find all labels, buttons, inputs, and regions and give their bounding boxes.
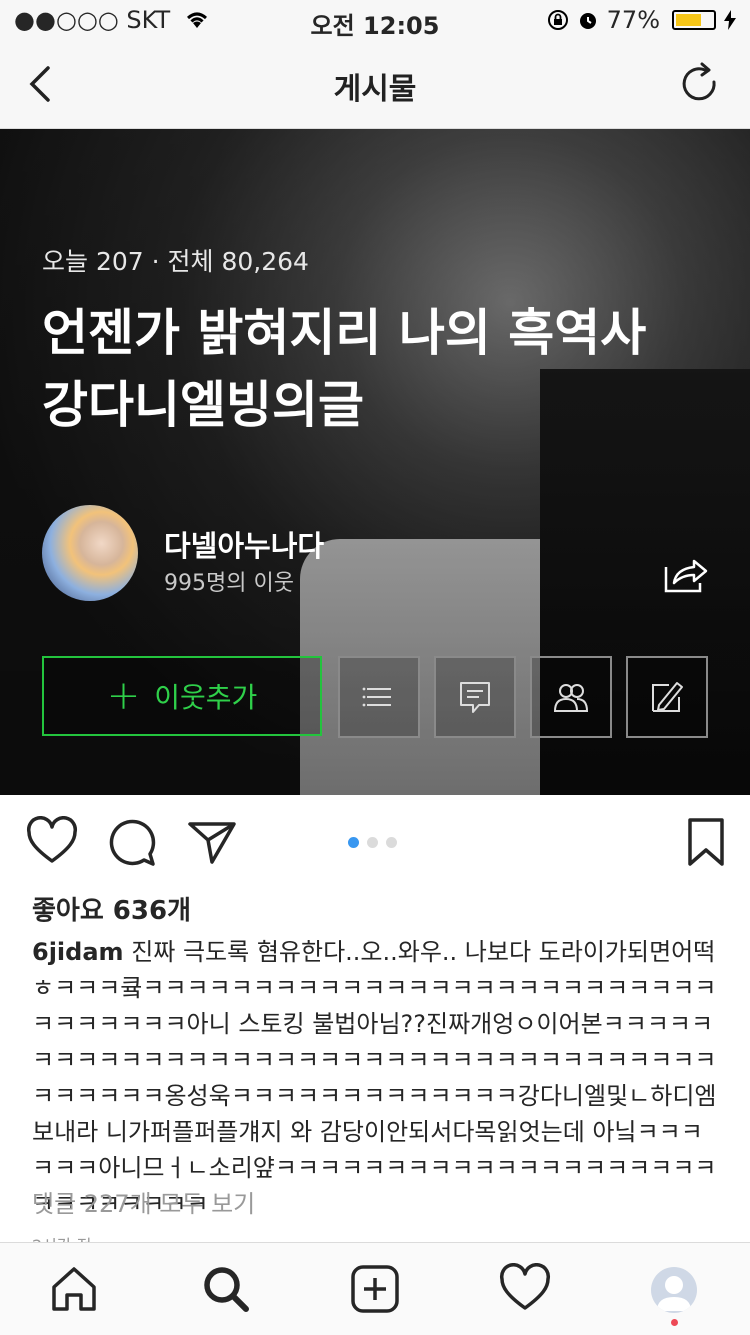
profile-placeholder-icon <box>657 1276 691 1311</box>
write-button <box>626 656 708 738</box>
tab-bar <box>0 1242 750 1335</box>
memo-button <box>434 656 516 738</box>
profile-avatar[interactable] <box>651 1267 697 1313</box>
notification-dot <box>671 1319 678 1326</box>
send-icon[interactable] <box>186 816 238 868</box>
add-neighbor-button: + 이웃추가 <box>42 656 322 736</box>
plus-icon: + <box>106 673 141 719</box>
people-icon <box>553 684 589 712</box>
visit-stats: 오늘 207 · 전체 80,264 <box>42 247 309 276</box>
comment-icon[interactable] <box>106 816 158 868</box>
search-icon[interactable] <box>200 1263 252 1315</box>
caption-username[interactable]: 6jidam <box>32 938 124 966</box>
neighbors-button <box>530 656 612 738</box>
share-icon <box>664 559 708 593</box>
neighbor-count: 995명의 이웃 <box>164 571 294 596</box>
heart-icon[interactable] <box>26 816 78 868</box>
charging-bolt-icon <box>724 10 736 30</box>
post-image[interactable]: 오늘 207 · 전체 80,264 언젠가 밝혀지리 나의 흑역사 강다니엘빙… <box>0 129 750 795</box>
activity-heart-icon[interactable] <box>499 1263 551 1315</box>
battery-percent: 77% <box>606 6 660 34</box>
carousel-indicator <box>348 837 397 848</box>
navigation-bar: 게시물 <box>0 40 750 129</box>
list-icon <box>362 687 391 707</box>
blog-name: 다넬아누나다 <box>164 529 325 563</box>
blog-avatar <box>42 505 138 601</box>
page-title: 게시물 <box>333 72 417 107</box>
view-all-comments-link[interactable]: 댓글 227개 모두 보기 <box>32 1184 255 1219</box>
caption: 6jidam 진짜 극도록 혐유한다..오..와우.. 나보다 도라이가되면어떡… <box>32 934 720 1222</box>
battery-icon <box>672 10 716 30</box>
add-neighbor-label: 이웃추가 <box>154 681 258 714</box>
add-icon[interactable] <box>349 1263 401 1315</box>
caption-text: 진짜 극도록 혐유한다..오..와우.. 나보다 도라이가되면어떡ㅎㅋㅋㅋ큨ㅋㅋ… <box>32 938 717 1218</box>
speech-bubble-icon <box>460 682 490 713</box>
carousel-dot <box>367 837 378 848</box>
pencil-icon <box>652 682 683 712</box>
blog-title-line2: 강다니엘빙의글 <box>42 376 364 434</box>
battery-fill <box>676 14 701 26</box>
rotation-lock-icon <box>547 10 568 30</box>
post-actions <box>0 796 750 892</box>
like-count[interactable]: 좋아요 636개 <box>32 890 191 927</box>
refresh-icon[interactable] <box>678 62 722 106</box>
alarm-icon <box>579 13 596 29</box>
list-button <box>338 656 420 738</box>
home-icon[interactable] <box>48 1263 100 1315</box>
status-bar: ●●○○○ SKT 오전 12:05 77% <box>0 0 750 40</box>
blog-title-line1: 언젠가 밝혀지리 나의 흑역사 <box>42 304 647 362</box>
status-right: 77% <box>547 6 736 34</box>
carousel-dot <box>348 837 359 848</box>
bookmark-icon[interactable] <box>680 816 732 868</box>
carousel-dot <box>386 837 397 848</box>
blog-title: 언젠가 밝혀지리 나의 흑역사 강다니엘빙의글 <box>42 297 722 441</box>
